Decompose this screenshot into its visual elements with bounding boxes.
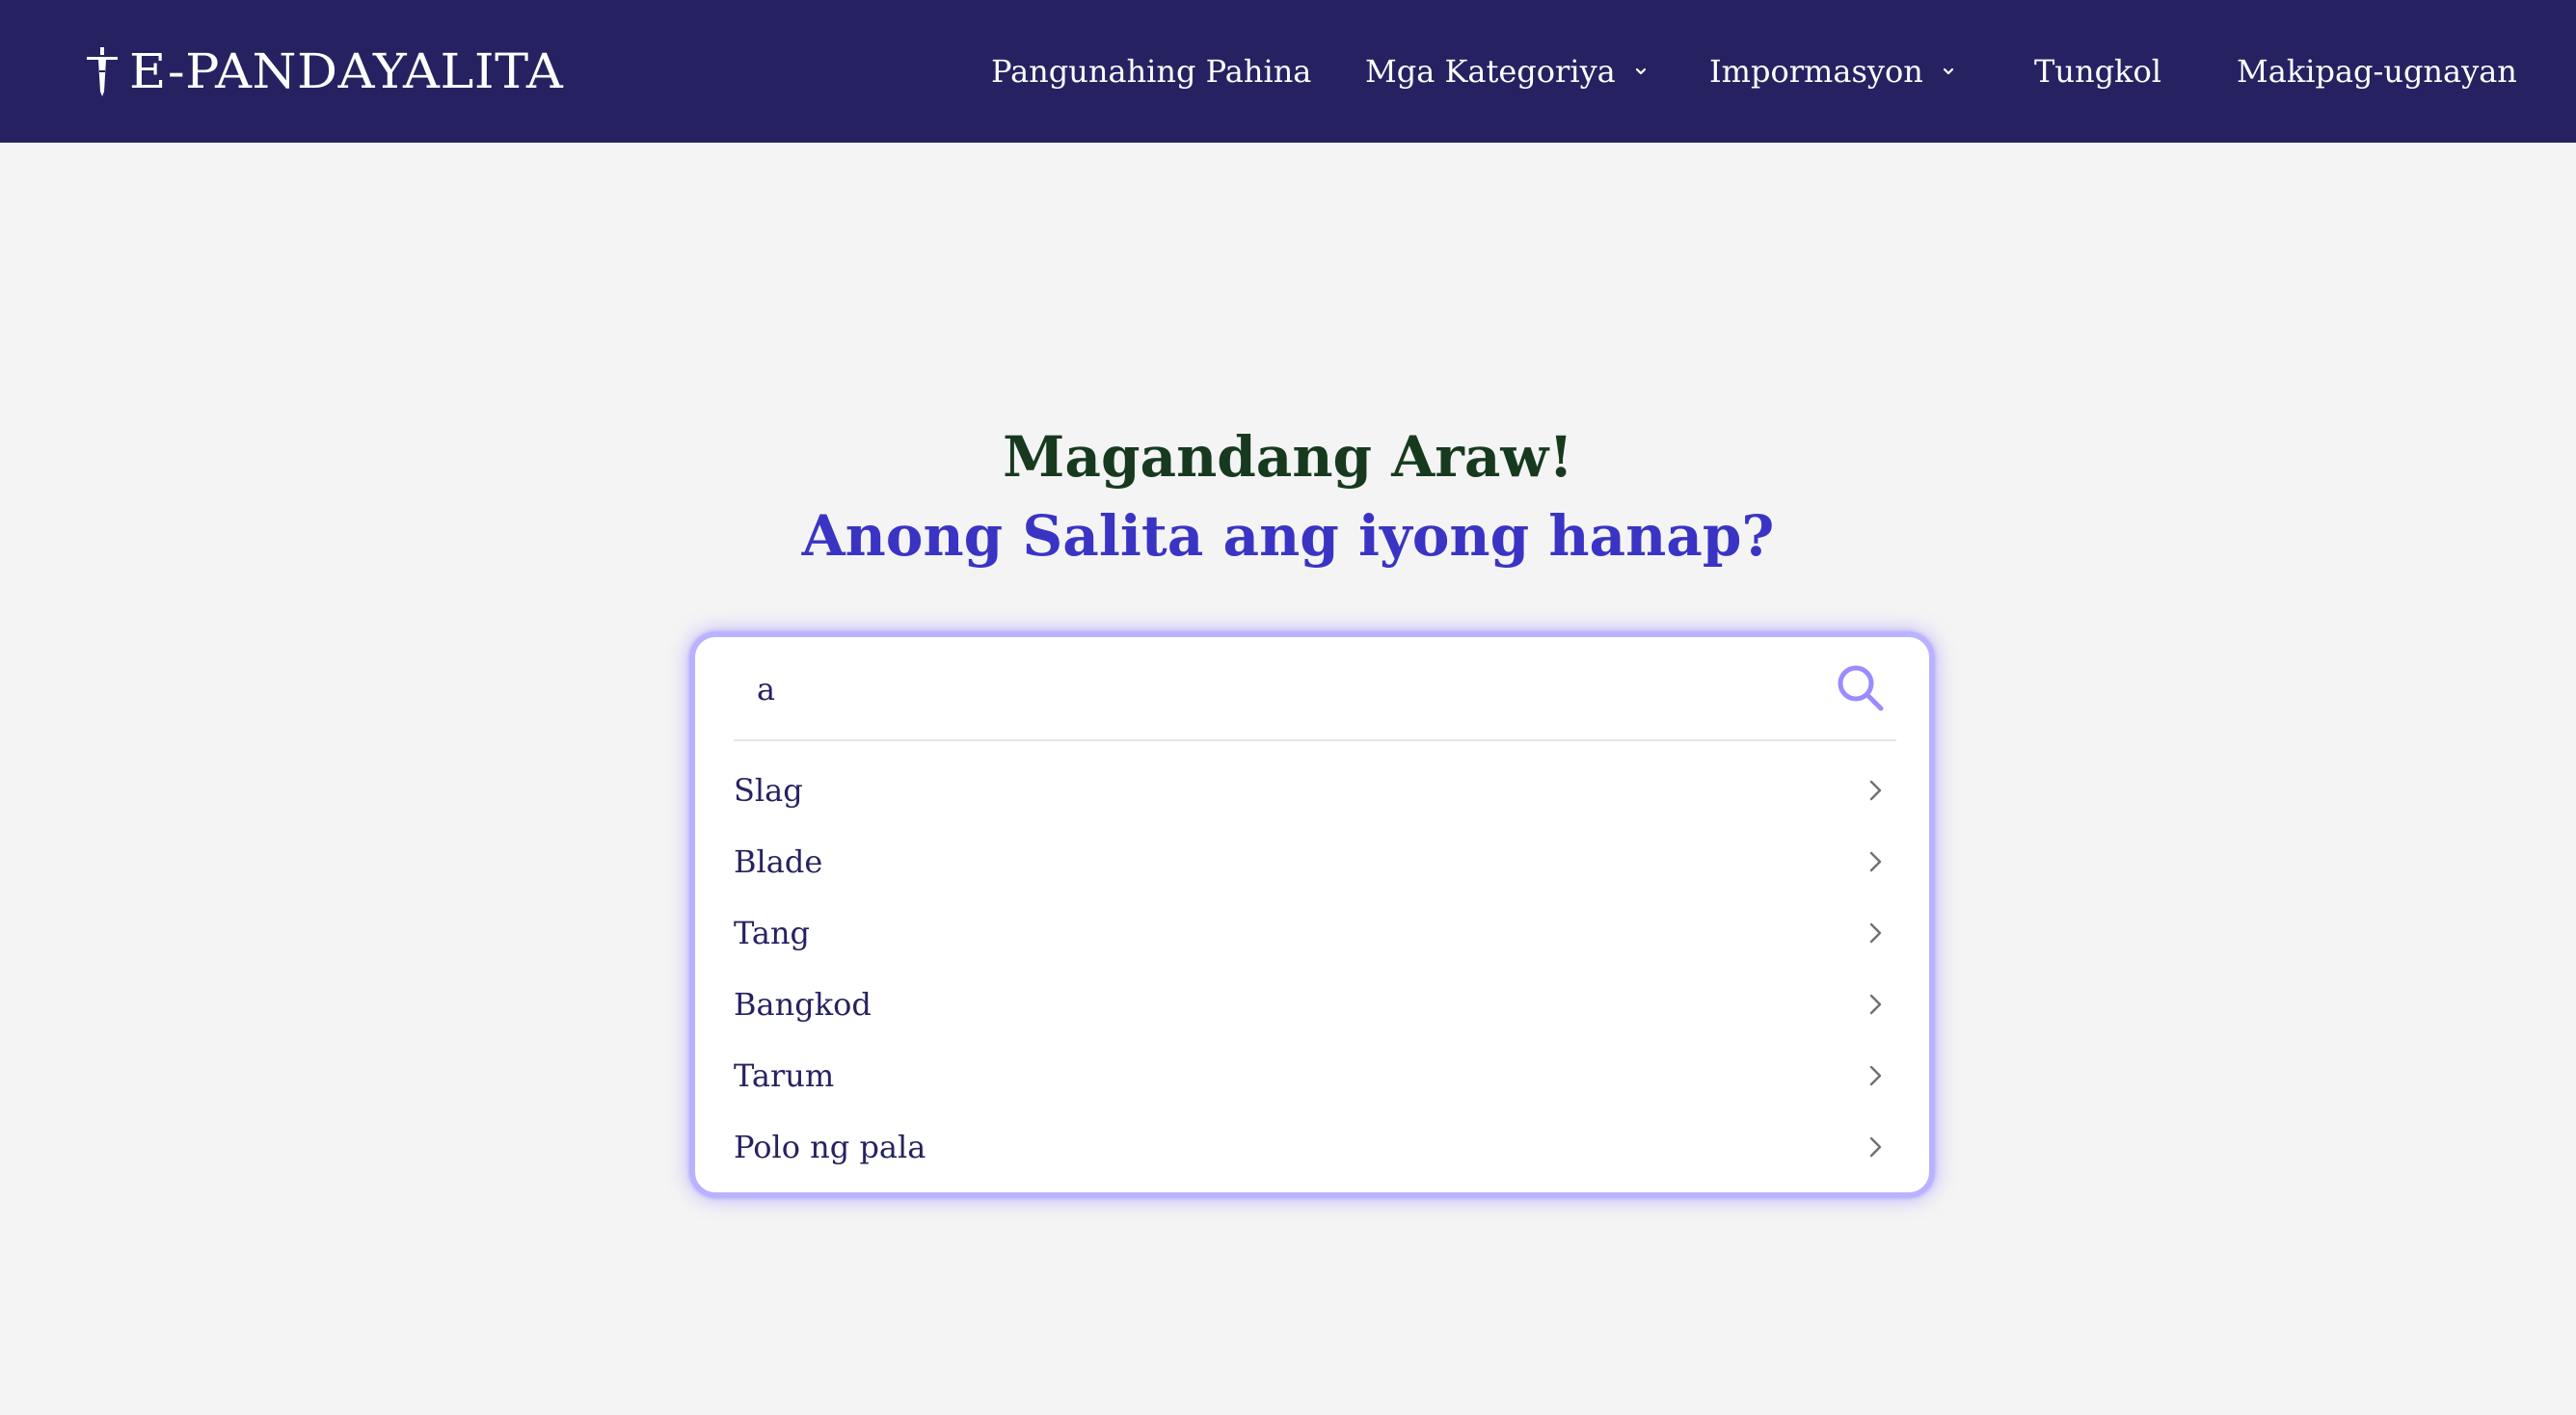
- suggestion-item[interactable]: Tarum: [734, 1040, 1896, 1111]
- site-logo[interactable]: E-PANDAYALITA: [83, 0, 563, 143]
- chevron-down-icon: [1943, 67, 1953, 75]
- suggestion-label: Tarum: [734, 1057, 835, 1094]
- nav-contact[interactable]: Makipag-ugnayan: [2237, 0, 2517, 143]
- suggestion-item[interactable]: Slag: [734, 755, 1896, 826]
- chevron-right-icon: [1869, 780, 1882, 801]
- chevron-right-icon: [1869, 1136, 1882, 1158]
- nav-about[interactable]: Tungkol: [2034, 0, 2161, 143]
- suggestion-list: Slag Blade Tang Bangkod Tarum Polo ng pa…: [734, 755, 1896, 1183]
- chevron-down-icon: [1635, 67, 1646, 75]
- search-card: Slag Blade Tang Bangkod Tarum: [690, 632, 1934, 1197]
- suggestion-label: Bangkod: [734, 986, 872, 1023]
- suggestion-label: Tang: [734, 915, 811, 951]
- nav-home[interactable]: Pangunahing Pahina: [991, 0, 1311, 143]
- nav-about-label: Tungkol: [2034, 53, 2161, 90]
- suggestion-item[interactable]: Blade: [734, 826, 1896, 897]
- nav-contact-label: Makipag-ugnayan: [2237, 53, 2517, 90]
- dagger-icon: [87, 47, 118, 96]
- suggestion-label: Polo ng pala: [734, 1129, 926, 1165]
- search-prompt-heading: Anong Salita ang iyong hanap?: [801, 503, 1775, 569]
- greeting-heading: Magandang Araw!: [1003, 424, 1573, 490]
- suggestion-label: Blade: [734, 843, 823, 880]
- nav-categories-label: Mga Kategoriya: [1365, 53, 1616, 90]
- nav-categories[interactable]: Mga Kategoriya: [1365, 0, 1649, 143]
- navbar: E-PANDAYALITA Pangunahing Pahina Mga Kat…: [0, 0, 2576, 143]
- nav-information-label: Impormasyon: [1709, 53, 1923, 90]
- suggestion-label: Slag: [734, 772, 803, 809]
- nav-home-label: Pangunahing Pahina: [991, 53, 1312, 90]
- chevron-right-icon: [1869, 1065, 1882, 1086]
- logo-text: E-PANDAYALITA: [129, 43, 564, 99]
- suggestion-item[interactable]: Polo ng pala: [734, 1111, 1896, 1183]
- search-bar: [734, 637, 1896, 741]
- suggestion-item[interactable]: Tang: [734, 897, 1896, 969]
- nav-information[interactable]: Impormasyon: [1709, 0, 1956, 143]
- chevron-right-icon: [1869, 922, 1882, 944]
- search-input[interactable]: [757, 660, 1798, 718]
- suggestion-item[interactable]: Bangkod: [734, 969, 1896, 1040]
- chevron-right-icon: [1869, 851, 1882, 872]
- chevron-right-icon: [1869, 994, 1882, 1015]
- search-icon[interactable]: [1835, 662, 1887, 714]
